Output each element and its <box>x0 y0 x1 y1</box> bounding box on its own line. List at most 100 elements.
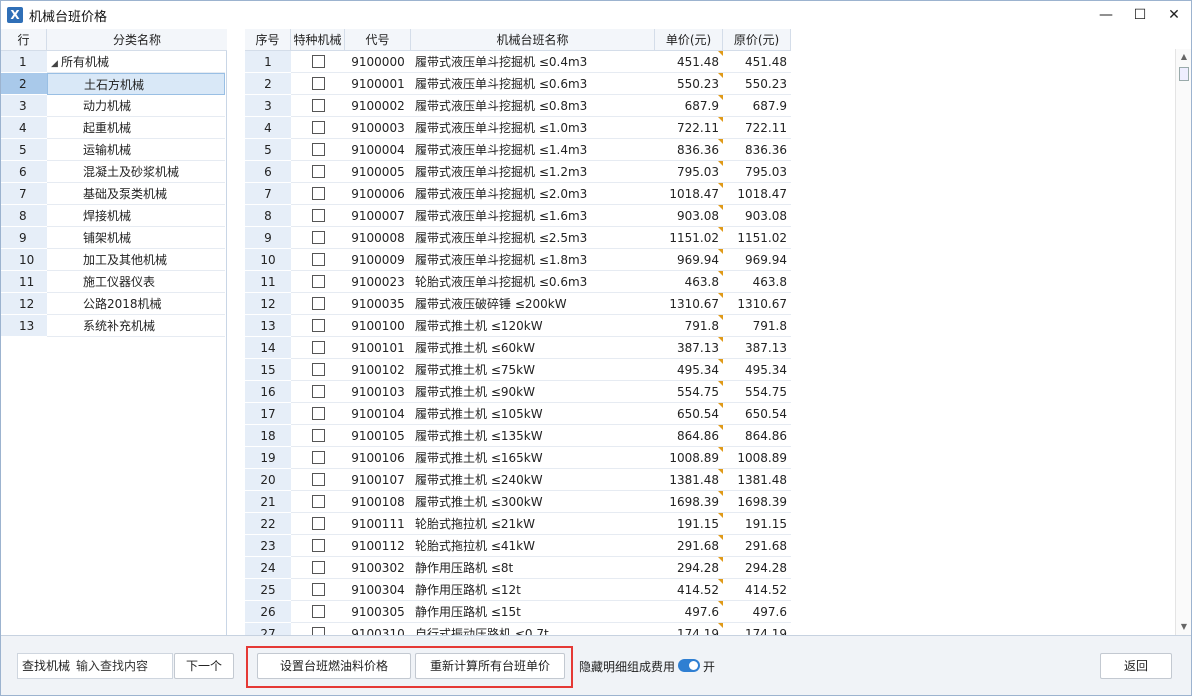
special-machine-checkbox[interactable] <box>311 561 325 574</box>
category-row[interactable]: 3 动力机械 <box>1 95 227 117</box>
unit-price-cell[interactable]: 451.48 <box>655 51 723 73</box>
category-name-cell[interactable]: 运输机械 <box>47 139 225 161</box>
category-row[interactable]: 8 焊接机械 <box>1 205 227 227</box>
col-header-no[interactable]: 序号 <box>245 29 291 51</box>
category-row[interactable]: 6 混凝土及砂浆机械 <box>1 161 227 183</box>
table-row[interactable]: 5 9100004 履带式液压单斗挖掘机 ≤1.4m3 836.36 836.36 <box>245 139 791 161</box>
special-machine-checkbox[interactable] <box>311 297 325 310</box>
col-header-price[interactable]: 单价(元) <box>655 29 723 51</box>
special-machine-checkbox[interactable] <box>311 253 325 266</box>
special-machine-checkbox[interactable] <box>311 495 325 508</box>
unit-price-cell[interactable]: 463.8 <box>655 271 723 293</box>
table-row[interactable]: 7 9100006 履带式液压单斗挖掘机 ≤2.0m3 1018.47 1018.47 <box>245 183 791 205</box>
unit-price-cell[interactable]: 1008.89 <box>655 447 723 469</box>
unit-price-cell[interactable]: 191.15 <box>655 513 723 535</box>
table-row[interactable]: 24 9100302 静作用压路机 ≤8t 294.28 294.28 <box>245 557 791 579</box>
special-machine-checkbox[interactable] <box>311 605 325 618</box>
minimize-button[interactable]: — <box>1091 3 1121 27</box>
col-header-original[interactable]: 原价(元) <box>723 29 791 51</box>
special-machine-checkbox[interactable] <box>311 341 325 354</box>
col-header-name[interactable]: 机械台班名称 <box>411 29 655 51</box>
table-row[interactable]: 14 9100101 履带式推土机 ≤60kW 387.13 387.13 <box>245 337 791 359</box>
category-row[interactable]: 1 ◢ 所有机械 <box>1 51 227 73</box>
find-next-button[interactable]: 下一个 <box>174 653 234 679</box>
tree-expand-icon[interactable]: ◢ <box>51 53 61 75</box>
category-row[interactable]: 9 铺架机械 <box>1 227 227 249</box>
category-row[interactable]: 10 加工及其他机械 <box>1 249 227 271</box>
special-machine-checkbox[interactable] <box>311 121 325 134</box>
unit-price-cell[interactable]: 795.03 <box>655 161 723 183</box>
vertical-scrollbar[interactable]: ▲ ▼ <box>1175 49 1191 635</box>
recalculate-all-button[interactable]: 重新计算所有台班单价 <box>415 653 565 679</box>
unit-price-cell[interactable]: 722.11 <box>655 117 723 139</box>
scroll-down-icon[interactable]: ▼ <box>1176 621 1192 633</box>
category-row[interactable]: 7 基础及泵类机械 <box>1 183 227 205</box>
category-row[interactable]: 2 土石方机械 <box>1 73 227 95</box>
category-name-cell[interactable]: 土石方机械 <box>47 73 225 95</box>
table-row[interactable]: 4 9100003 履带式液压单斗挖掘机 ≤1.0m3 722.11 722.11 <box>245 117 791 139</box>
table-row[interactable]: 8 9100007 履带式液压单斗挖掘机 ≤1.6m3 903.08 903.08 <box>245 205 791 227</box>
table-row[interactable]: 27 9100310 自行式振动压路机 ≤0.7t 174.19 174.19 <box>245 623 791 635</box>
table-row[interactable]: 6 9100005 履带式液压单斗挖掘机 ≤1.2m3 795.03 795.03 <box>245 161 791 183</box>
table-row[interactable]: 26 9100305 静作用压路机 ≤15t 497.6 497.6 <box>245 601 791 623</box>
special-machine-checkbox[interactable] <box>311 363 325 376</box>
special-machine-checkbox[interactable] <box>311 99 325 112</box>
special-machine-checkbox[interactable] <box>311 385 325 398</box>
maximize-button[interactable]: ☐ <box>1125 3 1155 27</box>
special-machine-checkbox[interactable] <box>311 451 325 464</box>
table-row[interactable]: 18 9100105 履带式推土机 ≤135kW 864.86 864.86 <box>245 425 791 447</box>
table-row[interactable]: 19 9100106 履带式推土机 ≤165kW 1008.89 1008.89 <box>245 447 791 469</box>
special-machine-checkbox[interactable] <box>311 319 325 332</box>
category-row[interactable]: 12 公路2018机械 <box>1 293 227 315</box>
category-row[interactable]: 4 起重机械 <box>1 117 227 139</box>
table-row[interactable]: 12 9100035 履带式液压破碎锤 ≤200kW 1310.67 1310.67 <box>245 293 791 315</box>
table-row[interactable]: 17 9100104 履带式推土机 ≤105kW 650.54 650.54 <box>245 403 791 425</box>
unit-price-cell[interactable]: 291.68 <box>655 535 723 557</box>
unit-price-cell[interactable]: 554.75 <box>655 381 723 403</box>
unit-price-cell[interactable]: 969.94 <box>655 249 723 271</box>
back-button[interactable]: 返回 <box>1100 653 1172 679</box>
col-header-code[interactable]: 代号 <box>345 29 411 51</box>
table-row[interactable]: 23 9100112 轮胎式拖拉机 ≤41kW 291.68 291.68 <box>245 535 791 557</box>
unit-price-cell[interactable]: 387.13 <box>655 337 723 359</box>
special-machine-checkbox[interactable] <box>311 429 325 442</box>
table-row[interactable]: 13 9100100 履带式推土机 ≤120kW 791.8 791.8 <box>245 315 791 337</box>
table-row[interactable]: 3 9100002 履带式液压单斗挖掘机 ≤0.8m3 687.9 687.9 <box>245 95 791 117</box>
special-machine-checkbox[interactable] <box>311 627 325 635</box>
unit-price-cell[interactable]: 414.52 <box>655 579 723 601</box>
special-machine-checkbox[interactable] <box>311 187 325 200</box>
close-button[interactable]: ✕ <box>1159 3 1189 27</box>
hide-details-toggle[interactable] <box>678 659 700 672</box>
category-name-cell[interactable]: 铺架机械 <box>47 227 225 249</box>
table-row[interactable]: 9 9100008 履带式液压单斗挖掘机 ≤2.5m3 1151.02 1151.02 <box>245 227 791 249</box>
table-row[interactable]: 2 9100001 履带式液压单斗挖掘机 ≤0.6m3 550.23 550.23 <box>245 73 791 95</box>
special-machine-checkbox[interactable] <box>311 517 325 530</box>
special-machine-checkbox[interactable] <box>311 209 325 222</box>
special-machine-checkbox[interactable] <box>311 165 325 178</box>
category-name-cell[interactable]: 混凝土及砂浆机械 <box>47 161 225 183</box>
special-machine-checkbox[interactable] <box>311 143 325 156</box>
unit-price-cell[interactable]: 687.9 <box>655 95 723 117</box>
unit-price-cell[interactable]: 1310.67 <box>655 293 723 315</box>
category-name-cell[interactable]: 动力机械 <box>47 95 225 117</box>
special-machine-checkbox[interactable] <box>311 77 325 90</box>
table-row[interactable]: 20 9100107 履带式推土机 ≤240kW 1381.48 1381.48 <box>245 469 791 491</box>
unit-price-cell[interactable]: 903.08 <box>655 205 723 227</box>
table-row[interactable]: 11 9100023 轮胎式液压单斗挖掘机 ≤0.6m3 463.8 463.8 <box>245 271 791 293</box>
special-machine-checkbox[interactable] <box>311 231 325 244</box>
special-machine-checkbox[interactable] <box>311 473 325 486</box>
category-name-cell[interactable]: 起重机械 <box>47 117 225 139</box>
unit-price-cell[interactable]: 791.8 <box>655 315 723 337</box>
unit-price-cell[interactable]: 864.86 <box>655 425 723 447</box>
unit-price-cell[interactable]: 294.28 <box>655 557 723 579</box>
col-header-special[interactable]: 特种机械 <box>291 29 345 51</box>
search-machine-input[interactable]: 查找机械 输入查找内容 <box>17 653 173 679</box>
special-machine-checkbox[interactable] <box>311 275 325 288</box>
category-row[interactable]: 11 施工仪器仪表 <box>1 271 227 293</box>
category-name-cell[interactable]: 焊接机械 <box>47 205 225 227</box>
table-row[interactable]: 22 9100111 轮胎式拖拉机 ≤21kW 191.15 191.15 <box>245 513 791 535</box>
unit-price-cell[interactable]: 495.34 <box>655 359 723 381</box>
table-row[interactable]: 21 9100108 履带式推土机 ≤300kW 1698.39 1698.39 <box>245 491 791 513</box>
set-fuel-price-button[interactable]: 设置台班燃油料价格 <box>257 653 411 679</box>
special-machine-checkbox[interactable] <box>311 407 325 420</box>
